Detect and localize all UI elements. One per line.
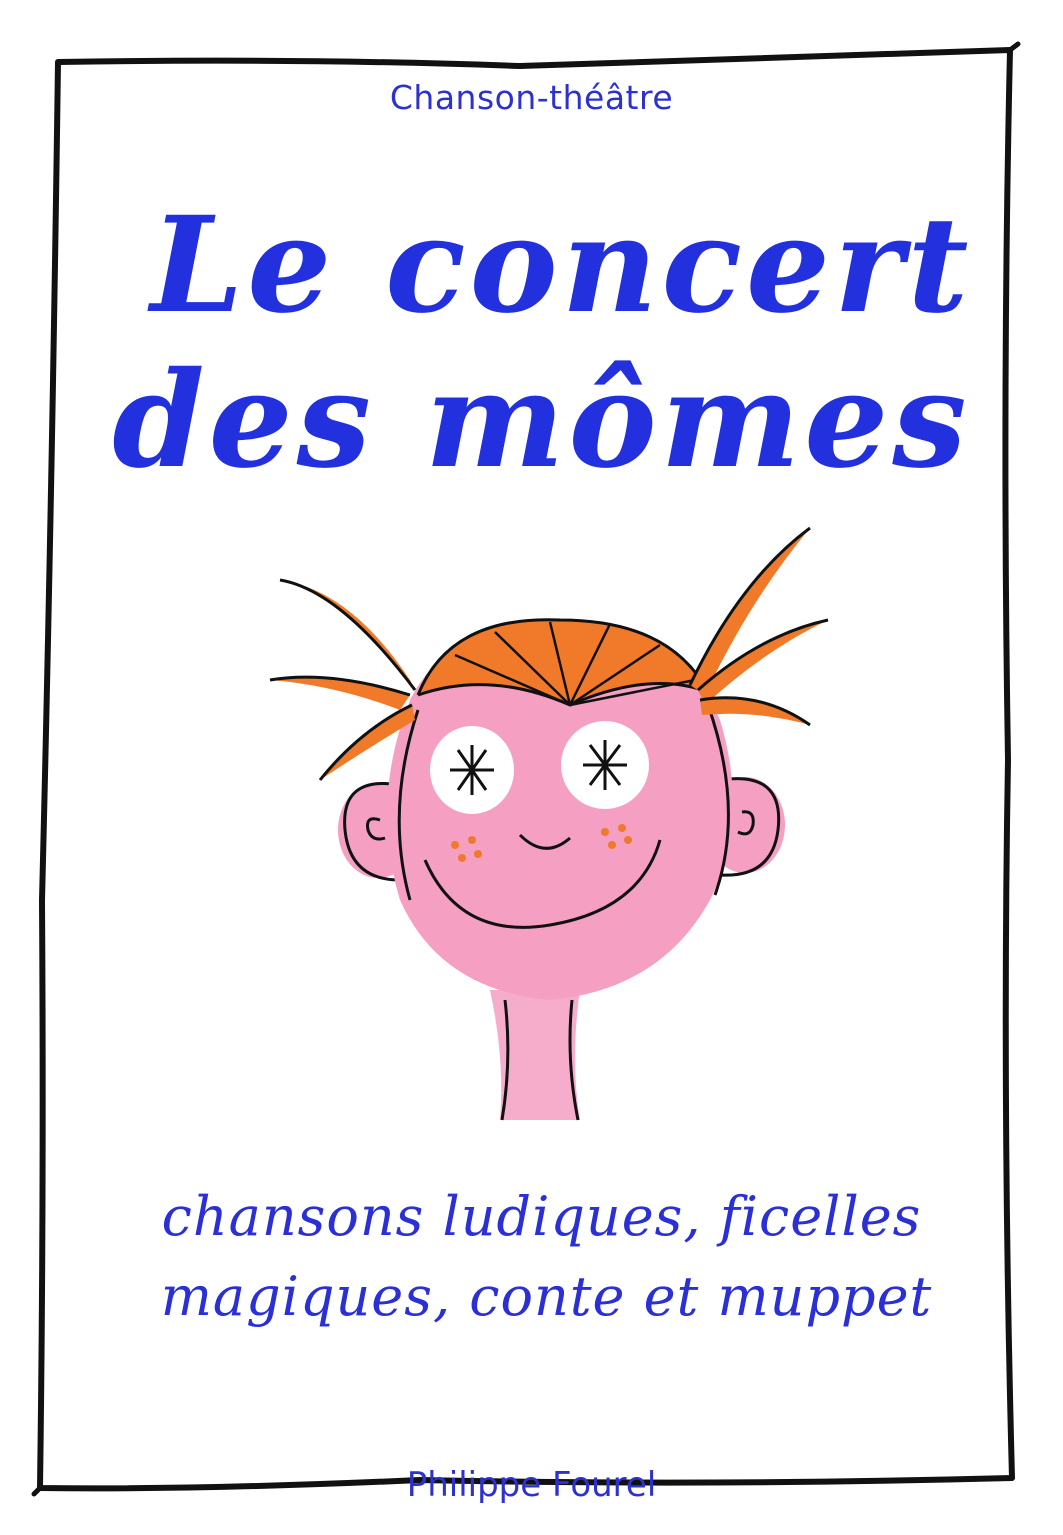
left-pigtail [269,578,417,781]
title-line-1: Le concert [150,188,973,343]
tagline-line-1: chansons ludiques, ficelles [161,1185,922,1248]
author-name: Philippe Fourel [406,1465,657,1505]
title-line-2: des mômes [112,343,971,498]
child-face-illustration [269,526,829,1121]
right-eye [561,721,649,809]
tagline-line-2: magiques, conte et muppet [160,1265,933,1328]
genre-label: Chanson-théâtre [389,78,674,117]
left-eye [430,726,514,814]
right-pigtail [688,526,829,727]
